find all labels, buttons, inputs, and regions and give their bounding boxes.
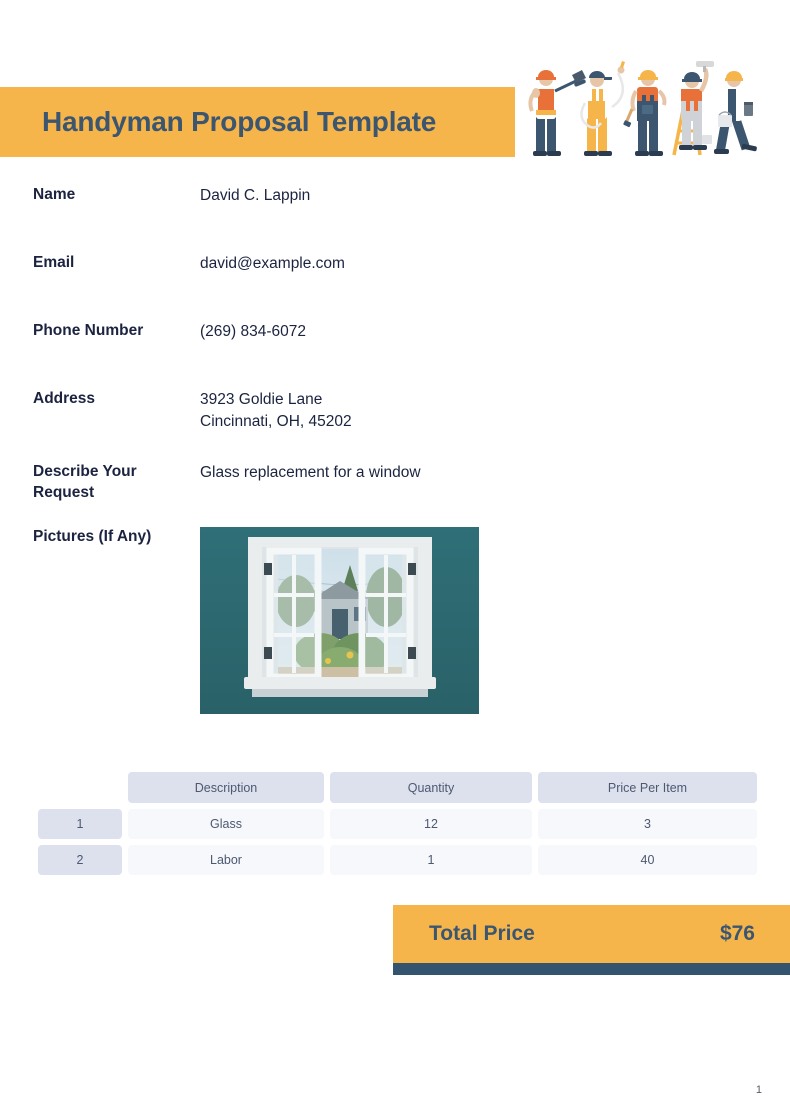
table-cell-description[interactable]: Labor [128,845,324,875]
field-label-phone: Phone Number [33,322,144,339]
field-label-request: Describe Your Request [33,463,137,501]
field-value-name[interactable]: David C. Lappin [200,185,310,207]
worker-with-hose-icon [580,61,625,156]
form-row-phone: Phone Number (269) 834-6072 [0,321,790,389]
window-photo[interactable] [200,527,479,714]
page-title: Handyman Proposal Template [42,106,437,137]
table-cell-price[interactable]: 40 [538,845,757,875]
field-value-address[interactable]: 3923 Goldie Lane Cincinnati, OH, 45202 [200,389,352,433]
table-cell-quantity[interactable]: 1 [330,845,532,875]
total-price-label: Total Price [429,922,535,945]
table-cell-quantity[interactable]: 12 [330,809,532,839]
worker-on-ladder-icon [672,61,714,156]
field-value-request[interactable]: Glass replacement for a window [200,462,421,484]
table-cell-index: 2 [38,845,122,875]
field-value-email[interactable]: david@example.com [200,253,345,275]
field-label-name: Name [33,186,76,203]
table-header-price-per-item: Price Per Item [538,772,757,803]
field-value-phone[interactable]: (269) 834-6072 [200,321,306,343]
total-price-block: Total Price $76 [393,905,790,975]
form-row-name: Name David C. Lappin [0,185,790,253]
table-cell-description[interactable]: Glass [128,809,324,839]
form-row-email: Email david@example.com [0,253,790,321]
total-price-underline [393,963,790,975]
table-cell-index: 1 [38,809,122,839]
field-label-address: Address [33,390,96,407]
table-row: 2 Labor 1 40 [38,845,757,875]
table-header-quantity: Quantity [330,772,532,803]
field-label-email: Email [33,254,75,271]
total-price-value: $76 [719,922,755,945]
items-table: Description Quantity Price Per Item 1 Gl… [38,772,757,881]
page-number: 1 [755,1084,762,1096]
table-row: 1 Glass 12 3 [38,809,757,839]
worker-with-hammer-icon [623,70,667,156]
table-header-description: Description [128,772,324,803]
worker-with-shovel-icon [528,70,586,156]
table-header-row: Description Quantity Price Per Item [38,772,757,803]
form-row-address: Address 3923 Goldie Lane Cincinnati, OH,… [0,389,790,462]
table-header-index [38,772,122,803]
form-row-pictures: Pictures (If Any) [0,527,790,727]
table-cell-price[interactable]: 3 [538,809,757,839]
worker-with-paint-can-icon [714,71,757,154]
handyman-workers-illustration [514,55,774,167]
form-row-request: Describe Your Request Glass replacement … [0,462,790,527]
proposal-form: Name David C. Lappin Email david@example… [0,185,790,727]
proposal-page: Handyman Proposal Template Name David C.… [0,0,790,1118]
total-price-bar: Total Price $76 [393,905,790,963]
field-label-pictures: Pictures (If Any) [33,528,152,545]
title-banner: Handyman Proposal Template [0,87,515,157]
